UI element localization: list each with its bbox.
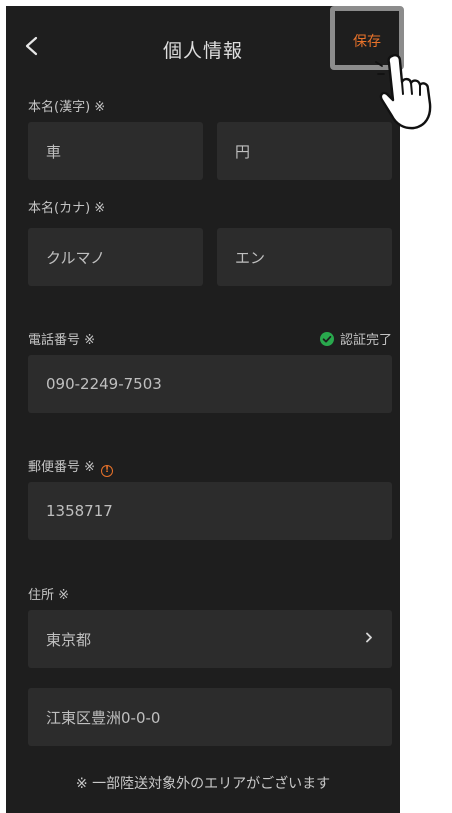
- kana-name-label: 本名(カナ) ※: [28, 201, 106, 216]
- save-button[interactable]: 保存: [330, 6, 404, 70]
- check-circle-icon: [319, 331, 334, 346]
- prefecture-value: 東京都: [46, 630, 92, 649]
- phone-number-field[interactable]: 090-2249-7503: [28, 355, 392, 413]
- postal-code-label-row: 郵便番号 ※!: [28, 456, 114, 477]
- screen: 個人情報 本名(漢字) ※ 車 円 本名(カナ) ※ クルマノ エン 電話番号 …: [6, 6, 400, 813]
- kana-first-name-field[interactable]: エン: [217, 228, 392, 286]
- postal-code-label: 郵便番号 ※: [28, 460, 96, 475]
- verification-status: 認証完了: [319, 329, 392, 348]
- street-address-field[interactable]: 江東区豊洲0-0-0: [28, 688, 392, 746]
- kanji-first-name-field[interactable]: 円: [217, 122, 392, 180]
- address-label: 住所 ※: [28, 588, 70, 603]
- chevron-right-icon: [364, 630, 374, 649]
- delivery-area-note: ※ 一部陸送対象外のエリアがございます: [75, 776, 331, 792]
- kanji-name-label: 本名(漢字) ※: [28, 100, 106, 115]
- postal-code-field[interactable]: 1358717: [28, 482, 392, 540]
- phone-label: 電話番号 ※: [28, 333, 96, 348]
- prefecture-select[interactable]: 東京都: [28, 610, 392, 668]
- verification-status-text: 認証完了: [339, 333, 392, 348]
- kana-last-name-field[interactable]: クルマノ: [28, 228, 203, 286]
- kanji-last-name-field[interactable]: 車: [28, 122, 203, 180]
- info-circle-icon: !: [101, 465, 114, 477]
- save-button-label: 保存: [353, 34, 381, 50]
